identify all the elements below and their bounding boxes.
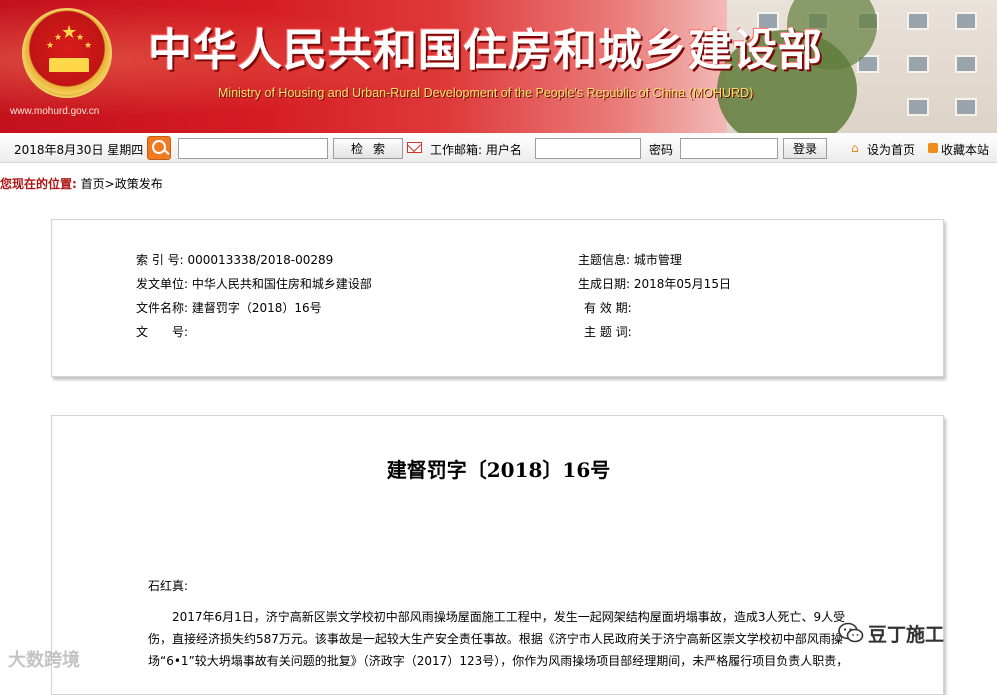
- meta-date: 生成日期: 2018年05月15日: [578, 275, 731, 292]
- meta-date-value: 2018年05月15日: [633, 277, 731, 291]
- document-addressee: 石红真:: [148, 579, 189, 593]
- rss-bookmark-icon: [928, 143, 938, 153]
- watermark-left: 大数跨境: [8, 650, 80, 671]
- current-date: 2018年8月30日 星期四: [14, 143, 144, 157]
- document-metadata-panel: 索 引 号: 000013338/2018-00289 发文单位: 中华人民共和…: [51, 219, 944, 377]
- password-input[interactable]: [680, 138, 778, 159]
- meta-topic-label: 主题信息:: [578, 253, 631, 267]
- breadcrumb-path[interactable]: 首页>政策发布: [81, 177, 163, 191]
- meta-valid-label: 有 效 期:: [584, 301, 632, 315]
- site-url: www.mohurd.gov.cn: [10, 106, 100, 117]
- username-input[interactable]: [535, 138, 641, 159]
- meta-index-no-label: 索 引 号:: [136, 253, 184, 267]
- search-icon[interactable]: [147, 136, 171, 160]
- meta-file-name-value: 建督罚字（2018）16号: [191, 301, 322, 315]
- meta-index-no: 索 引 号: 000013338/2018-00289: [136, 251, 333, 268]
- site-banner: ★ ★ ★ ★ ★ www.mohurd.gov.cn 中华人民共和国住房和城乡…: [0, 0, 997, 133]
- meta-keywords-label: 主 题 词:: [584, 325, 632, 339]
- top-toolbar: 2018年8月30日 星期四 检索 工作邮箱: 用户名 密码 登录 ⌂ 设为首页…: [0, 133, 997, 163]
- mail-icon: [407, 142, 422, 153]
- watermark-right: 豆丁施工: [868, 624, 945, 646]
- meta-index-no-value: 000013338/2018-00289: [187, 253, 334, 267]
- document-title: 建督罚字〔2018〕16号: [386, 458, 611, 482]
- meta-file-name-label: 文件名称:: [136, 301, 189, 315]
- meta-doc-no-label: 文 号:: [136, 325, 189, 339]
- meta-topic-value: 城市管理: [633, 253, 682, 267]
- ministry-title: 中华人民共和国住房和城乡建设部: [148, 25, 823, 76]
- national-emblem-icon: ★ ★ ★ ★ ★: [22, 8, 112, 98]
- breadcrumb-label: 您现在的位置:: [0, 177, 77, 191]
- meta-valid: 有 效 期:: [584, 299, 636, 316]
- meta-issuer: 发文单位: 中华人民共和国住房和城乡建设部: [136, 275, 372, 292]
- login-button[interactable]: 登录: [783, 138, 827, 159]
- home-icon: ⌂: [851, 141, 859, 155]
- meta-doc-no: 文 号:: [136, 323, 192, 340]
- search-button[interactable]: 检索: [333, 138, 403, 159]
- meta-issuer-label: 发文单位:: [136, 277, 189, 291]
- document-body-panel: 建督罚字〔2018〕16号 石红真: 2017年6月1日，济宁高新区崇文学校初中…: [51, 415, 944, 695]
- mail-username-label: 工作邮箱: 用户名: [430, 143, 522, 157]
- document-paragraph: 2017年6月1日，济宁高新区崇文学校初中部风雨操场屋面施工工程中，发生一起网架…: [148, 610, 849, 668]
- meta-topic: 主题信息: 城市管理: [578, 251, 682, 268]
- ministry-subtitle: Ministry of Housing and Urban-Rural Deve…: [218, 86, 754, 100]
- breadcrumb: 您现在的位置: 首页>政策发布: [0, 175, 163, 192]
- meta-keywords: 主 题 词:: [584, 323, 636, 340]
- bookmark-site-link[interactable]: 收藏本站: [941, 141, 989, 158]
- set-homepage-link[interactable]: 设为首页: [867, 141, 915, 158]
- wechat-icon: [838, 622, 864, 643]
- search-input[interactable]: [178, 138, 328, 159]
- password-label: 密码: [649, 143, 674, 157]
- meta-issuer-value: 中华人民共和国住房和城乡建设部: [191, 277, 372, 291]
- meta-file-name: 文件名称: 建督罚字（2018）16号: [136, 299, 322, 316]
- meta-date-label: 生成日期:: [578, 277, 631, 291]
